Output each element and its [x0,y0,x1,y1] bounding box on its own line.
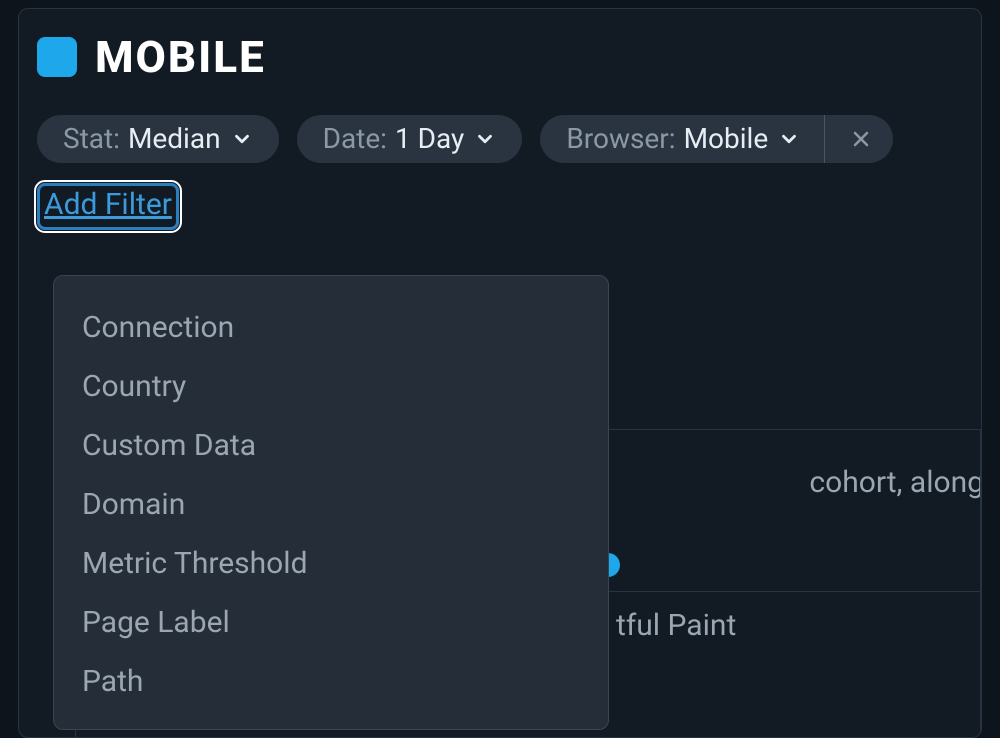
remove-filter-button[interactable] [833,127,873,151]
dropdown-item-custom-data[interactable]: Custom Data [54,416,608,475]
cohort-panel: MOBILE Stat: Median Date: 1 Day Browser:… [18,8,982,738]
add-filter-wrap: Add Filter [37,183,963,230]
panel-header: MOBILE [37,31,963,83]
browser-filter-pill[interactable]: Browser: Mobile [540,115,893,163]
stat-filter-key: Stat: [63,125,120,153]
chevron-down-icon [474,128,496,150]
add-filter-dropdown: Connection Country Custom Data Domain Me… [53,275,609,730]
dropdown-item-page-label[interactable]: Page Label [54,593,608,652]
add-filter-button[interactable]: Add Filter [37,183,179,230]
stat-filter-value: Median [128,125,221,153]
dropdown-item-metric-threshold[interactable]: Metric Threshold [54,534,608,593]
dropdown-item-connection[interactable]: Connection [54,298,608,357]
dropdown-item-country[interactable]: Country [54,357,608,416]
browser-filter-key: Browser: [566,125,675,153]
chevron-down-icon [231,128,253,150]
metric-row-label: tful Paint [616,608,736,643]
cohort-color-swatch[interactable] [37,37,77,77]
chevron-down-icon [778,128,800,150]
dropdown-item-domain[interactable]: Domain [54,475,608,534]
dropdown-item-path[interactable]: Path [54,652,608,711]
date-filter-pill[interactable]: Date: 1 Day [297,115,523,163]
browser-filter-value: Mobile [684,125,769,153]
metrics-description-text: cohort, along with the diff [809,465,981,500]
date-filter-value: 1 Day [395,125,464,153]
panel-title: MOBILE [95,31,266,83]
stat-filter-pill[interactable]: Stat: Median [37,115,279,163]
pill-divider [824,115,825,163]
date-filter-key: Date: [323,125,387,153]
filters-row: Stat: Median Date: 1 Day Browser: Mobile [37,115,963,163]
